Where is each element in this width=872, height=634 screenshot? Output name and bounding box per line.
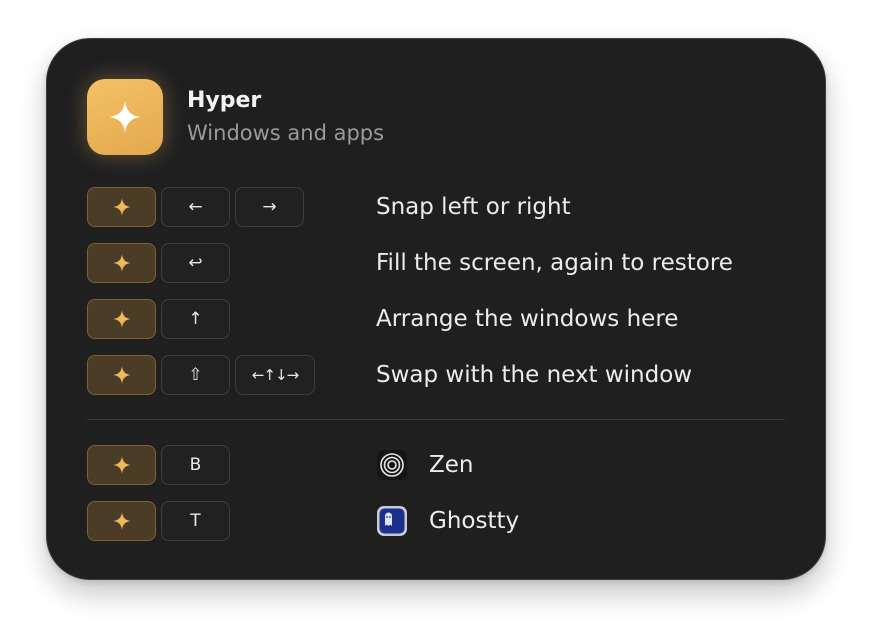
sparkle-icon [112,254,131,272]
shortcut-row-fill: ↩ Fill the screen, again to restore [87,243,785,283]
shortcut-description: Snap left or right [376,194,571,220]
hyper-key [87,355,156,395]
return-key: ↩ [161,243,230,283]
hyper-key [87,445,156,485]
b-key: B [161,445,230,485]
hyper-key [87,299,156,339]
up-arrow-key: ↑ [161,299,230,339]
shift-key: ⇧ [161,355,230,395]
app-name: Zen [429,452,474,478]
shortcut-row-snap: ← → Snap left or right [87,187,785,227]
section-divider [87,419,785,420]
zen-browser-icon [377,450,407,480]
shortcut-row-swap: ⇧ ←↑↓→ Swap with the next window [87,355,785,395]
hyper-key [87,187,156,227]
sparkle-icon [112,310,131,328]
shortcut-row-arrange: ↑ Arrange the windows here [87,299,785,339]
arrow-keys: ←↑↓→ [235,355,315,395]
sparkle-icon [112,512,131,530]
t-key: T [161,501,230,541]
panel-title: Hyper [187,88,262,113]
ghostty-terminal-icon [377,506,407,536]
shortcut-description: Swap with the next window [376,362,693,388]
app-name: Ghostty [429,508,520,534]
hyper-key [87,243,156,283]
shortcut-description: Fill the screen, again to restore [376,250,733,276]
shortcuts-panel: Hyper Windows and apps ← → Snap left or … [46,38,826,580]
right-arrow-key: → [235,187,304,227]
left-arrow-key: ← [161,187,230,227]
panel-subtitle: Windows and apps [187,121,385,145]
shortcut-row-zen: B Zen [87,445,785,485]
hyper-key [87,501,156,541]
sparkle-icon [112,456,131,474]
shortcut-description: Arrange the windows here [376,306,679,332]
sparkle-icon [109,101,141,133]
sparkle-icon [112,198,131,216]
sparkle-icon [112,366,131,384]
hyper-app-icon [87,79,163,155]
shortcut-row-ghostty: T Ghostty [87,501,785,541]
